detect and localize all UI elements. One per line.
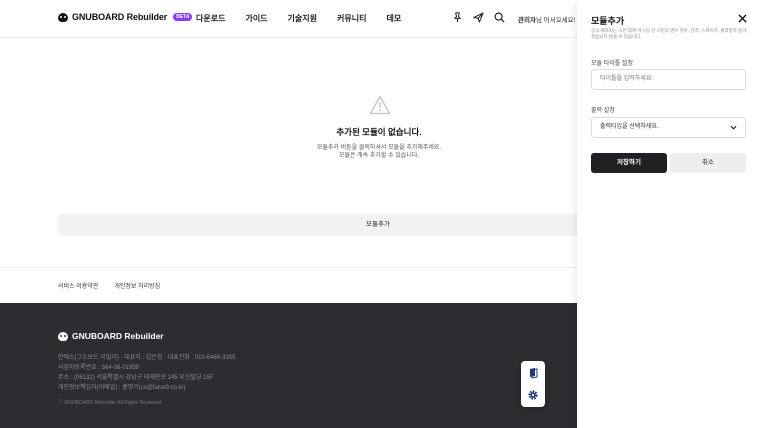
privacy-link[interactable]: 개인정보 처리방침 — [114, 281, 160, 290]
main-nav: 다운로드 가이드 기술지원 커뮤니티 데모 — [196, 13, 421, 24]
nav-item-demo[interactable]: 데모 — [386, 13, 401, 24]
nav-item-support[interactable]: 기술지원 — [288, 13, 317, 24]
warning-icon — [369, 95, 391, 115]
output-type-select[interactable]: 출력타입을 선택하세요. — [591, 117, 746, 138]
output-setting-label: 출력 설정 — [591, 108, 615, 114]
panel-subtitle: 공식 배포되는 스킨 외에 커스텀 한 스킨의 경우 경우, 간격, 스와이프,… — [591, 28, 747, 39]
chevron-down-icon — [730, 125, 737, 130]
header-icons — [452, 12, 505, 23]
footer-links: 서비스 이용약관 개인정보 처리방침 — [58, 281, 160, 290]
nav-item-guide[interactable]: 가이드 — [245, 13, 267, 24]
cancel-button[interactable]: 취소 — [670, 153, 746, 173]
page: GNUBOARD Rebuilder BETA 다운로드 가이드 기술지원 커뮤… — [0, 0, 758, 428]
terms-link[interactable]: 서비스 이용약관 — [58, 281, 98, 290]
beta-badge: BETA — [173, 13, 193, 21]
panel-title: 모듈추가 — [591, 16, 625, 26]
title-setting-label: 모듈 타이틀 설정 — [591, 61, 633, 67]
gear-icon[interactable] — [527, 389, 539, 401]
pin-icon[interactable] — [452, 12, 463, 23]
logo-icon — [58, 12, 68, 22]
search-icon[interactable] — [494, 12, 505, 23]
user-name[interactable]: 관리자 — [518, 17, 536, 24]
logo-text: GNUBOARD Rebuilder — [72, 12, 168, 22]
footer-logo-text: GNUBOARD Rebuilder — [72, 331, 164, 341]
company-info-line: 안에스(그누보드 리빌더) · 대표자 : 김은정 · 대표전화 : 010-6… — [58, 355, 236, 361]
add-module-panel: 모듈추가 공식 배포되는 스킨 외에 커스텀 한 스킨의 경우 경우, 간격, … — [577, 0, 758, 428]
site-logo[interactable]: GNUBOARD Rebuilder BETA — [58, 12, 193, 22]
welcome-message: 관리자님 어서오세요! — [518, 14, 575, 24]
close-icon[interactable] — [738, 14, 747, 23]
company-info-line: 사업자등록번호 : 564-06-01859 — [58, 365, 140, 371]
floating-toolbar — [521, 361, 545, 407]
layers-icon[interactable] — [527, 367, 539, 379]
module-title-input[interactable]: 타이틀을 입력하세요. — [591, 69, 746, 90]
nav-item-community[interactable]: 커뮤니티 — [337, 13, 366, 24]
company-info: 안에스(그누보드 리빌더) · 대표자 : 김은정 · 대표전화 : 010-6… — [58, 353, 235, 393]
nav-item-download[interactable]: 다운로드 — [196, 13, 225, 24]
footer-logo-icon — [58, 331, 68, 341]
copyright: ⓒ GNUBOARD Rebuilder All Rights Reserved… — [58, 400, 163, 406]
send-icon[interactable] — [473, 12, 484, 23]
company-info-line: 개인정보책임자(이메일) : 홍명기(cs@false9.co.kr) — [58, 385, 186, 391]
output-type-value: 출력타입을 선택하세요. — [600, 124, 659, 130]
footer-logo: GNUBOARD Rebuilder — [58, 331, 164, 341]
company-info-line: 주소 : (06132) 서울특별시 강남구 테헤란로 145 우신빌딩 15F — [58, 375, 214, 381]
save-button[interactable]: 저장하기 — [591, 153, 667, 173]
welcome-suffix: 님 어서오세요! — [535, 17, 576, 24]
